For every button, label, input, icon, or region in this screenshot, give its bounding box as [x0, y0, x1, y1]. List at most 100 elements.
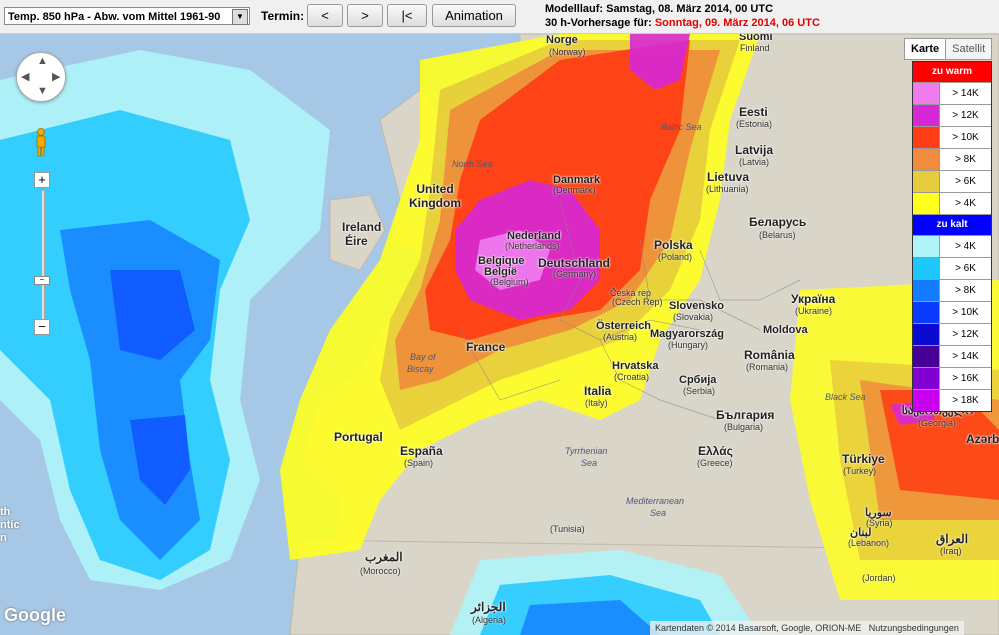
label-france: France: [466, 340, 506, 354]
label-slovakia: (Slovakia): [673, 312, 714, 322]
label-north-sea: North Sea: [452, 159, 493, 169]
label-latvia: (Latvia): [739, 157, 770, 167]
legend-cold-row: > 16K: [913, 367, 991, 389]
label-algeria: الجزائر: [471, 600, 506, 614]
pan-up-icon[interactable]: ▲: [37, 55, 48, 67]
legend-cold-row: > 12K: [913, 323, 991, 345]
label-romania: România: [744, 348, 795, 362]
zoom-slider-handle[interactable]: −: [34, 276, 50, 285]
label-srbija: Србија: [679, 374, 717, 386]
label-baltic-sea: Baltic Sea: [661, 122, 702, 132]
legend-warm-swatch: [913, 127, 939, 148]
legend-cold-label: > 16K: [939, 368, 991, 389]
legend-cold-row: > 8K: [913, 279, 991, 301]
map-type-tabs: Karte Satellit: [904, 38, 993, 60]
pan-left-icon[interactable]: ◀: [21, 70, 29, 83]
parameter-select[interactable]: Temp. 850 hPa - Abw. vom Mittel 1961-90 …: [4, 7, 250, 25]
label-portugal: Portugal: [334, 430, 383, 444]
label-ellas: Ελλάς: [698, 444, 733, 458]
legend-cold-swatch: [913, 390, 939, 411]
forecast-date: Sonntag, 09. März 2014, 06 UTC: [654, 17, 820, 29]
legend-warm-swatch: [913, 83, 939, 104]
map-canvas[interactable]: Norge (Norway) Suomi Finland Eesti (Esto…: [0, 34, 999, 635]
model-run-info: Modelllauf: Samstag, 08. März 2014, 00 U…: [545, 3, 774, 15]
legend-warm-swatch: [913, 149, 939, 170]
label-lithuania: (Lithuania): [706, 184, 749, 194]
label-iraq-en: (Iraq): [940, 546, 962, 556]
label-mediterranean-sea: Sea: [650, 508, 667, 518]
animation-button[interactable]: Animation: [432, 4, 516, 27]
label-espana: España: [400, 444, 443, 458]
chevron-down-icon[interactable]: ▼: [232, 9, 248, 25]
label-hrvatska: Hrvatska: [612, 360, 659, 372]
label-suomi: Suomi: [739, 34, 773, 43]
street-view-pegman-icon[interactable]: [35, 128, 47, 158]
label-azerbaijan: Azərb: [966, 432, 999, 446]
zoom-slider-track[interactable]: [41, 190, 45, 322]
label-tyrrhenian-sea: Sea: [581, 458, 598, 468]
legend-warm-label: > 12K: [939, 105, 991, 126]
parameter-select-value: Temp. 850 hPa - Abw. vom Mittel 1961-90: [8, 11, 221, 23]
legend-warm-label: > 14K: [939, 83, 991, 104]
label-united-kingdom: United Kingdom: [409, 182, 461, 210]
label-belgium: (Belgium): [490, 277, 529, 287]
label-netherlands: (Netherlands): [505, 241, 560, 251]
pan-down-icon[interactable]: ▼: [37, 85, 48, 97]
forecast-prefix: 30 h-Vorhersage für:: [545, 17, 652, 29]
label-algeria-en: (Algeria): [472, 615, 507, 625]
legend-warm-row: > 10K: [913, 126, 991, 148]
legend-cold-swatch: [913, 258, 939, 279]
legend-cold-label: > 4K: [939, 236, 991, 257]
label-denmark: (Denmark): [553, 185, 596, 195]
label-tyrrhenian: Tyrrhenian: [565, 446, 608, 456]
terms-link[interactable]: Nutzungsbedingungen: [869, 623, 959, 633]
label-lietuva: Lietuva: [707, 170, 750, 184]
pan-right-icon[interactable]: ▶: [52, 70, 60, 83]
legend-warm-label: > 6K: [939, 171, 991, 192]
legend-warm-label: > 8K: [939, 149, 991, 170]
zoom-in-button[interactable]: +: [34, 172, 50, 188]
label-moldova: Moldova: [763, 324, 808, 336]
label-italy: (Italy): [585, 398, 608, 408]
next-button[interactable]: >: [347, 4, 383, 27]
label-poland: (Poland): [658, 252, 693, 262]
legend-cold-label: > 6K: [939, 258, 991, 279]
label-eire: Éire: [345, 234, 368, 248]
tab-karte[interactable]: Karte: [905, 39, 946, 59]
tab-satellit[interactable]: Satellit: [945, 39, 992, 59]
termin-label: Termin:: [261, 9, 305, 23]
label-belarus: Беларусь: [749, 215, 807, 229]
legend: zu warm > 14K > 12K > 10K > 8K > 6K > 4K zu k…: [912, 61, 992, 412]
legend-cold-label: > 18K: [939, 390, 991, 411]
legend-cold-label: > 12K: [939, 324, 991, 345]
label-mediterranean: Mediterranean: [626, 496, 685, 506]
label-atlantic-frag-2: ntic: [0, 519, 20, 531]
zoom-out-button[interactable]: −: [34, 319, 50, 335]
legend-cold-swatch: [913, 302, 939, 323]
label-turkiye: Türkiye: [842, 452, 885, 466]
legend-cold-title: zu kalt: [913, 214, 991, 235]
legend-cold-label: > 10K: [939, 302, 991, 323]
label-greece: (Greece): [697, 458, 733, 468]
label-magyarorszag: Magyarország: [650, 328, 724, 340]
legend-cold-row: > 10K: [913, 301, 991, 323]
legend-cold-swatch: [913, 346, 939, 367]
map-footer: Kartendaten © 2014 Basarsoft, Google, OR…: [650, 621, 964, 635]
pan-control[interactable]: ▲ ▼ ◀ ▶: [16, 52, 66, 102]
forecast-info: 30 h-Vorhersage für: Sonntag, 09. März 2…: [545, 17, 820, 29]
label-deutschland: Deutschland: [538, 256, 611, 270]
label-atlantic-frag-1: th: [0, 506, 11, 518]
label-tunisia-en: (Tunisia): [550, 524, 585, 534]
label-lebanon-en: (Lebanon): [848, 538, 890, 548]
label-norge: Norge: [546, 34, 578, 46]
label-hungary: (Hungary): [668, 340, 709, 350]
first-button[interactable]: |<: [387, 4, 427, 27]
attribution-text: Kartendaten © 2014 Basarsoft, Google, OR…: [655, 623, 862, 633]
label-romania-en: (Romania): [746, 362, 789, 372]
label-atlantic-frag-3: n: [0, 532, 7, 544]
legend-warm-row: > 6K: [913, 170, 991, 192]
label-slovensko: Slovensko: [669, 300, 725, 312]
prev-button[interactable]: <: [307, 4, 343, 27]
label-ukraina: Україна: [791, 292, 836, 306]
legend-warm-label: > 10K: [939, 127, 991, 148]
